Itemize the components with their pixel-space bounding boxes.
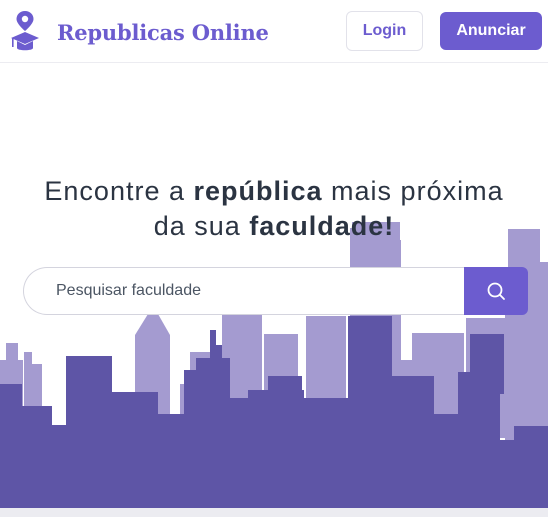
bottom-divider <box>0 508 548 517</box>
map-pin-graduation-cap-icon <box>11 11 39 51</box>
hero-title-bold-2: faculdade! <box>249 211 395 241</box>
hero-title-text-1: Encontre a <box>44 176 194 206</box>
search-icon <box>487 282 505 300</box>
hero-title: Encontre a república mais próxima da sua… <box>0 174 548 244</box>
page: Republicas Online Login Anunciar Encontr… <box>0 0 548 517</box>
brand-link[interactable]: Republicas Online <box>10 10 269 54</box>
anunciar-button[interactable]: Anunciar <box>440 12 542 50</box>
search-bar <box>23 267 528 315</box>
city-skyline-illustration <box>0 222 548 517</box>
hero-title-text-3: da sua <box>153 211 250 241</box>
hero-title-bold-1: república <box>193 176 323 206</box>
hero-title-text-2: mais próxima <box>322 176 504 206</box>
brand-name: Republicas Online <box>57 19 269 45</box>
top-navbar: Republicas Online Login Anunciar <box>0 0 548 63</box>
search-input[interactable] <box>23 267 483 315</box>
search-button[interactable] <box>464 267 528 315</box>
login-button[interactable]: Login <box>346 11 423 51</box>
